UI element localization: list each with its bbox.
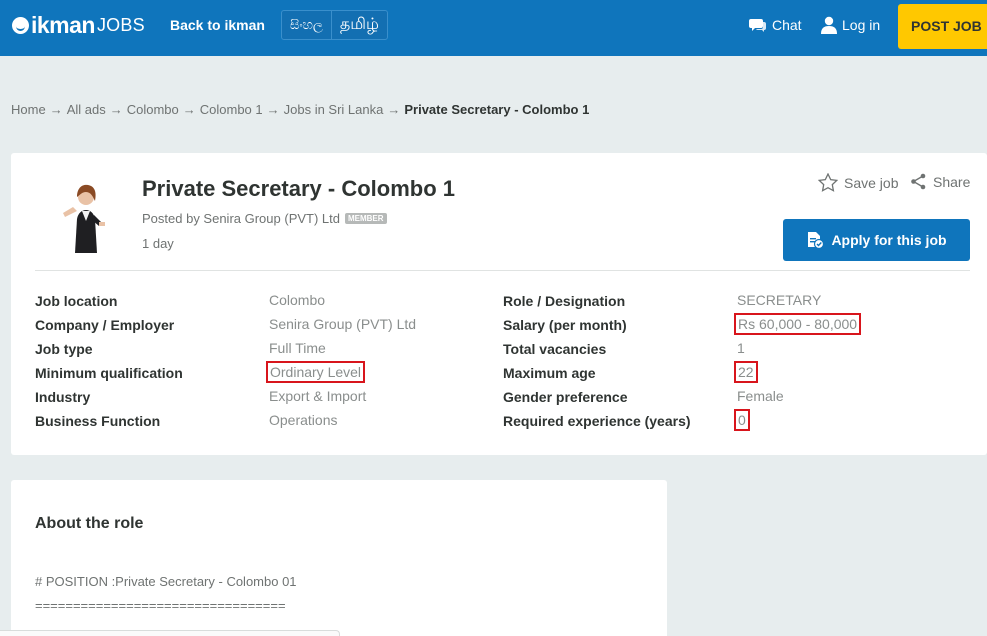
breadcrumb: Home → All ads → Colombo → Colombo 1 → J… xyxy=(11,102,589,117)
logo-brand: ikman xyxy=(12,12,95,39)
apply-document-icon xyxy=(808,232,825,249)
detail-value-maximum-age: 22 xyxy=(734,361,758,383)
about-role-line: ================================= xyxy=(35,598,286,613)
smile-icon xyxy=(12,17,29,34)
posted-by: Posted by Senira Group (PVT) Ltd MEMBER xyxy=(142,211,387,226)
detail-label-required-experience: Required experience (years) xyxy=(503,413,691,429)
divider xyxy=(35,270,970,271)
login-label: Log in xyxy=(842,17,881,33)
share-button[interactable]: Share xyxy=(910,173,970,190)
save-job-button[interactable]: Save job xyxy=(818,173,898,192)
language-switcher: සිංහල தமிழ் xyxy=(281,10,388,40)
breadcrumb-current: Private Secretary - Colombo 1 xyxy=(404,102,590,117)
chat-link[interactable]: Chat xyxy=(749,17,802,33)
chat-label: Chat xyxy=(772,17,802,33)
detail-label-minimum-qualification: Minimum qualification xyxy=(35,365,183,381)
ikman-jobs-logo[interactable]: ikman JOBS xyxy=(12,12,145,39)
job-details-card: Private Secretary - Colombo 1 Posted by … xyxy=(11,153,987,455)
user-icon xyxy=(821,16,837,34)
detail-label-industry: Industry xyxy=(35,389,91,405)
about-role-card: About the role # POSITION :Private Secre… xyxy=(11,480,667,636)
detail-value-role: SECRETARY xyxy=(737,292,822,308)
detail-label-total-vacancies: Total vacancies xyxy=(503,341,607,357)
save-job-label: Save job xyxy=(844,174,899,191)
star-icon xyxy=(818,173,838,192)
posted-time: 1 day xyxy=(142,236,174,251)
detail-label-company: Company / Employer xyxy=(35,317,175,333)
employer-avatar-image xyxy=(49,175,119,253)
back-to-ikman-link[interactable]: Back to ikman xyxy=(170,17,265,33)
apply-for-job-button[interactable]: Apply for this job xyxy=(783,219,970,261)
detail-label-salary: Salary (per month) xyxy=(503,317,627,333)
breadcrumb-home[interactable]: Home xyxy=(11,102,46,117)
apply-label: Apply for this job xyxy=(831,232,947,248)
detail-value-business-function: Operations xyxy=(269,412,338,428)
bottom-panel-edge xyxy=(0,630,340,636)
detail-label-business-function: Business Function xyxy=(35,413,161,429)
about-role-heading: About the role xyxy=(35,515,144,532)
post-job-button[interactable]: POST JOB xyxy=(898,4,987,49)
breadcrumb-colombo-1[interactable]: Colombo 1 xyxy=(200,102,263,117)
breadcrumb-separator: → xyxy=(387,102,401,117)
breadcrumb-separator: → xyxy=(266,102,280,117)
detail-value-salary: Rs 60,000 - 80,000 xyxy=(733,313,862,335)
breadcrumb-colombo[interactable]: Colombo xyxy=(127,102,179,117)
detail-label-job-location: Job location xyxy=(35,293,118,309)
top-navigation-bar: ikman JOBS Back to ikman සිංහල தமிழ் Cha… xyxy=(0,0,987,56)
breadcrumb-separator: → xyxy=(182,102,196,117)
language-sinhala-button[interactable]: සිංහල xyxy=(282,11,331,39)
detail-label-job-type: Job type xyxy=(35,341,93,357)
detail-value-industry: Export & Import xyxy=(269,388,367,404)
breadcrumb-separator: → xyxy=(49,102,63,117)
posted-by-text[interactable]: Posted by Senira Group (PVT) Ltd xyxy=(142,211,340,226)
detail-value-company: Senira Group (PVT) Ltd xyxy=(269,316,417,332)
detail-value-job-type: Full Time xyxy=(269,340,326,356)
breadcrumb-jobs-in-sri-lanka[interactable]: Jobs in Sri Lanka xyxy=(284,102,384,117)
detail-value-required-experience: 0 xyxy=(734,409,750,431)
breadcrumb-all-ads[interactable]: All ads xyxy=(67,102,106,117)
detail-label-maximum-age: Maximum age xyxy=(503,365,596,381)
detail-value-gender-preference: Female xyxy=(737,388,784,404)
detail-label-gender-preference: Gender preference xyxy=(503,389,628,405)
detail-value-minimum-qualification: Ordinary Level xyxy=(265,361,366,383)
chat-icon xyxy=(749,19,766,32)
logo-suffix: JOBS xyxy=(96,15,145,35)
member-badge: MEMBER xyxy=(344,213,387,224)
language-tamil-button[interactable]: தமிழ் xyxy=(330,11,387,39)
detail-label-role: Role / Designation xyxy=(503,293,626,309)
login-link[interactable]: Log in xyxy=(821,16,880,34)
detail-value-total-vacancies: 1 xyxy=(737,340,745,356)
share-label: Share xyxy=(933,173,971,190)
about-role-line: # POSITION :Private Secretary - Colombo … xyxy=(35,574,297,589)
detail-value-job-location: Colombo xyxy=(269,292,326,308)
logo-brand-text: ikman xyxy=(31,12,95,38)
breadcrumb-separator: → xyxy=(109,102,123,117)
share-icon xyxy=(911,173,926,190)
job-title: Private Secretary - Colombo 1 xyxy=(142,176,456,201)
